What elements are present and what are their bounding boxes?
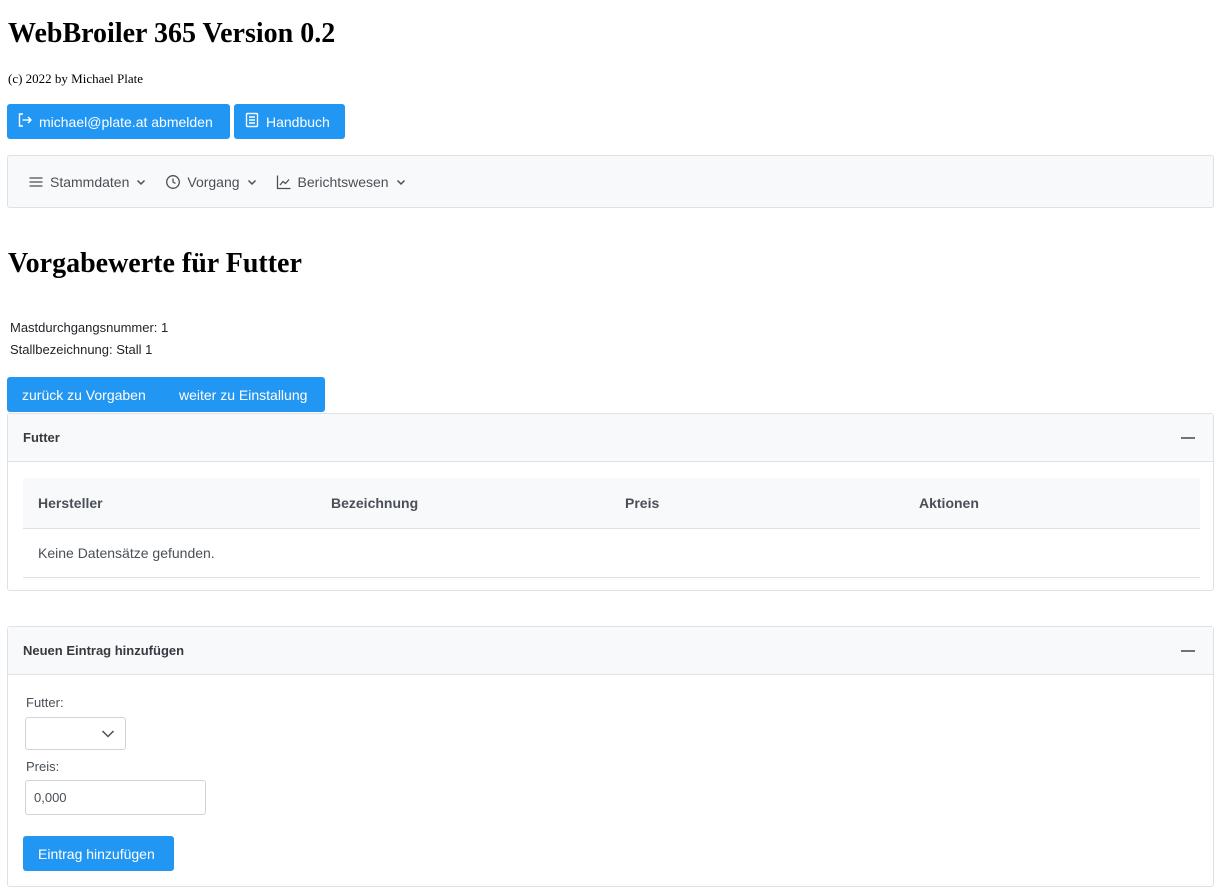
bars-icon (28, 174, 44, 190)
manual-label: Handbuch (266, 113, 330, 130)
logout-label: michael@plate.at abmelden (39, 113, 213, 130)
menu-item-vorgang[interactable]: Vorgang (165, 174, 257, 190)
column-header-hersteller[interactable]: Hersteller (23, 495, 316, 511)
menu-item-berichtswesen[interactable]: Berichtswesen (276, 174, 407, 190)
menu-item-stammdaten[interactable]: Stammdaten (28, 174, 147, 190)
add-entry-button[interactable]: Eintrag hinzufügen (23, 836, 174, 871)
table-header-row: Hersteller Bezeichnung Preis Aktionen (23, 478, 1200, 529)
futter-label: Futter: (26, 695, 64, 710)
menu-item-label: Vorgang (187, 173, 240, 190)
panel-title: Futter (23, 430, 60, 445)
minus-icon (1181, 436, 1195, 439)
clock-icon (165, 174, 181, 190)
info-stallbezeichnung: Stallbezeichnung: Stall 1 (10, 342, 153, 357)
collapse-button[interactable] (1178, 428, 1198, 448)
logout-button[interactable]: michael@plate.at abmelden (7, 104, 230, 139)
panel-header: Futter (8, 414, 1213, 462)
menu-item-label: Stammdaten (50, 173, 130, 190)
collapse-button[interactable] (1178, 641, 1198, 661)
column-header-bezeichnung[interactable]: Bezeichnung (316, 495, 610, 511)
sign-out-icon (17, 112, 33, 131)
minus-icon (1181, 649, 1195, 652)
chevron-down-icon (101, 730, 115, 738)
copyright-text: (c) 2022 by Michael Plate (8, 71, 144, 86)
info-mastdurchgang: Mastdurchgangsnummer: 1 (10, 320, 169, 335)
column-header-preis[interactable]: Preis (610, 495, 904, 511)
book-icon (244, 112, 260, 131)
empty-message: Keine Datensätze gefunden. (23, 529, 1200, 578)
new-entry-panel: Neuen Eintrag hinzufügen Futter: Preis: … (7, 626, 1214, 887)
back-to-vorgaben-button[interactable]: zurück zu Vorgaben (7, 377, 164, 412)
menu-item-label: Berichtswesen (297, 173, 389, 190)
panel-header: Neuen Eintrag hinzufügen (8, 627, 1213, 675)
panel-title: Neuen Eintrag hinzufügen (23, 643, 185, 658)
futter-panel: Futter Hersteller Bezeichnung Preis Akti… (7, 413, 1214, 591)
chart-line-icon (276, 174, 292, 190)
column-header-aktionen: Aktionen (919, 495, 979, 511)
page-title: Vorgabewerte für Futter (8, 248, 302, 279)
app-title: WebBroiler 365 Version 0.2 (8, 18, 336, 49)
futter-table: Hersteller Bezeichnung Preis Aktionen Ke… (23, 478, 1200, 578)
chevron-down-icon (395, 176, 407, 188)
futter-select[interactable] (25, 717, 126, 750)
next-to-einstallung-button[interactable]: weiter zu Einstallung (164, 377, 325, 412)
price-label: Preis: (26, 759, 60, 774)
price-input[interactable] (25, 780, 206, 815)
main-menubar: Stammdaten Vorgang Berichtswesen (7, 155, 1214, 208)
chevron-down-icon (135, 176, 147, 188)
chevron-down-icon (246, 176, 258, 188)
manual-button[interactable]: Handbuch (234, 104, 345, 139)
